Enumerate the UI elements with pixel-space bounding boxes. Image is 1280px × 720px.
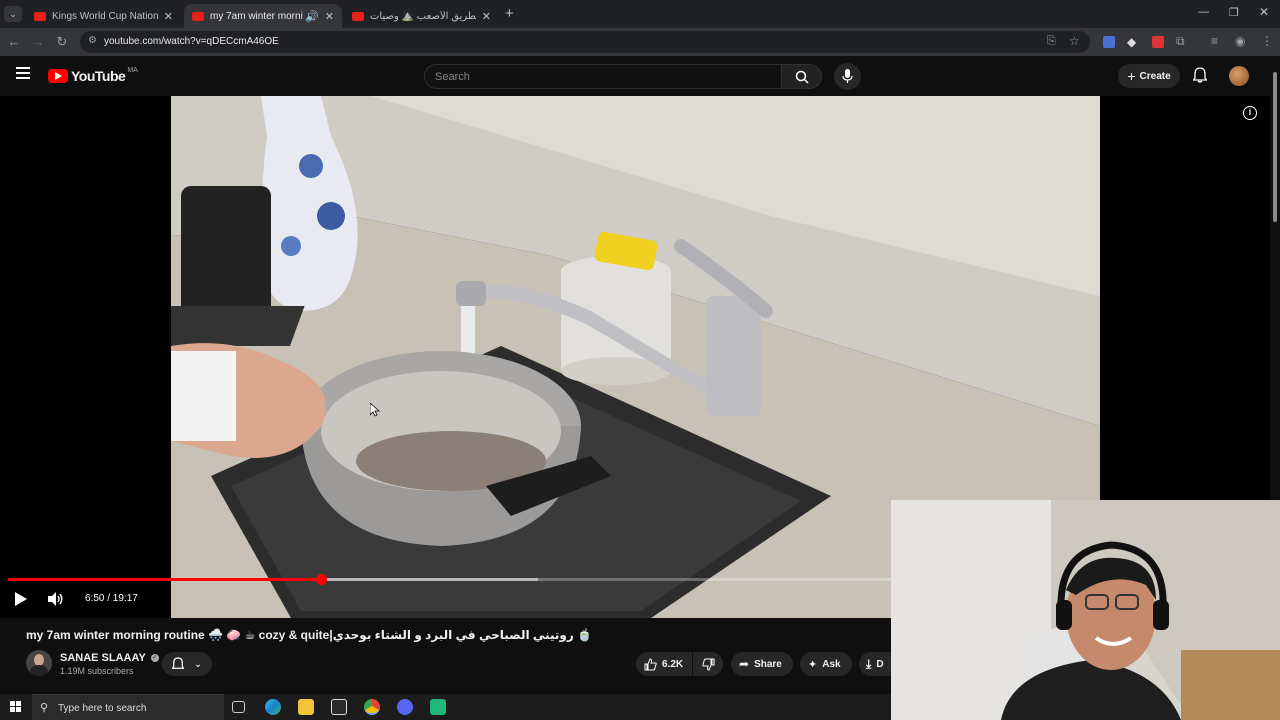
download-icon: ⤓ (866, 656, 872, 671)
create-label: Create (1139, 70, 1171, 82)
search-placeholder: Search (435, 71, 470, 83)
share-arrow-icon: ➦ (739, 657, 750, 671)
address-bar[interactable]: ⚙ youtube.com/watch?v=qDECcmA46OE ⎘ ☆ (80, 31, 1090, 53)
back-icon[interactable]: ← (6, 34, 22, 49)
url-text: youtube.com/watch?v=qDECcmA46OE (104, 36, 279, 47)
bookmark-star-icon[interactable]: ☆ (1069, 34, 1080, 48)
channel-name: SANAE SLAAAY (60, 652, 146, 664)
reload-icon[interactable]: ↻ (54, 34, 70, 50)
volume-button[interactable] (48, 592, 64, 611)
reading-list-icon[interactable]: ≡ (1211, 34, 1218, 48)
menu-dots-icon[interactable]: ⋮ (1261, 34, 1273, 48)
like-button[interactable]: 6.2K (636, 652, 692, 676)
window-close-icon[interactable]: ✕ (1259, 5, 1269, 19)
windows-taskbar: ⚲ Type here to search (0, 694, 891, 720)
thumbs-down-icon (701, 658, 714, 671)
subscribed-bell-button[interactable]: ⌄ (162, 652, 212, 676)
taskbar-search-icon: ⚲ (40, 702, 49, 714)
hamburger-menu-icon[interactable] (16, 67, 30, 79)
ask-label: Ask (822, 658, 841, 670)
youtube-logo[interactable]: YouTube MA (48, 66, 138, 84)
close-icon[interactable]: ✕ (482, 10, 491, 23)
tab-title: my 7am winter morning ro (210, 10, 303, 22)
like-count: 6.2K (662, 658, 684, 670)
browser-toolbar: ← → ↻ ⚙ youtube.com/watch?v=qDECcmA46OE … (0, 28, 1280, 56)
youtube-play-logo-icon (48, 69, 68, 83)
discord-icon[interactable] (397, 699, 413, 715)
plus-icon: + (1127, 68, 1136, 84)
create-button[interactable]: + Create (1118, 64, 1180, 88)
sparkle-icon: ✦ (808, 658, 818, 671)
region-code: MA (127, 66, 138, 74)
tab-search-icon[interactable]: ⌄ (4, 6, 22, 22)
extension-red-icon[interactable] (1152, 36, 1164, 48)
played-bar (8, 578, 322, 581)
subscriber-count: 1.19M subscribers (60, 666, 134, 676)
tab-title: بداية الطريق الأصعب ⛰️ وصيات (370, 10, 476, 22)
store-icon[interactable] (331, 699, 347, 715)
ask-button[interactable]: ✦ Ask (800, 652, 852, 676)
play-button[interactable] (14, 592, 27, 611)
browser-tab-strip: ⌄ Kings World Cup Nations 2 ✕ my 7am win… (0, 0, 1280, 28)
video-title: my 7am winter morning routine 🌨️ 🧼 ☕ ‏co… (26, 628, 593, 642)
edge-icon[interactable] (265, 699, 281, 715)
youtube-header: YouTube MA Search + Create (0, 56, 1280, 96)
extension-icon[interactable]: ◆ (1127, 35, 1136, 49)
youtube-favicon-icon (352, 11, 364, 21)
app-green-icon[interactable] (430, 699, 446, 715)
windows-start-icon[interactable] (10, 701, 22, 713)
page-scrollbar[interactable] (1270, 62, 1280, 502)
mouse-cursor-icon (369, 402, 381, 422)
microphone-icon (842, 69, 853, 83)
download-label: D (876, 658, 884, 670)
restore-icon[interactable]: ❐ (1229, 6, 1239, 19)
taskbar-search-input[interactable]: ⚲ Type here to search (32, 694, 224, 720)
bell-icon (172, 657, 185, 669)
search-icon (795, 70, 809, 84)
taskbar-search-placeholder: Type here to search (58, 703, 147, 714)
close-icon[interactable]: ✕ (164, 10, 173, 23)
extensions-puzzle-icon[interactable]: ⧉ (1176, 34, 1185, 49)
install-icon[interactable]: ⎘ (1047, 35, 1056, 48)
chevron-down-icon: ⌄ (194, 658, 202, 669)
account-avatar[interactable] (1229, 66, 1249, 86)
audio-icon[interactable]: 🔊 (305, 10, 319, 23)
channel-name-link[interactable]: SANAE SLAAAY ✓ (60, 652, 159, 664)
time-display: 6:50 / 19:17 (85, 593, 138, 604)
dislike-button[interactable] (693, 652, 723, 676)
search-input[interactable]: Search (424, 64, 782, 89)
download-button[interactable]: ⤓ D (859, 652, 891, 676)
tab-arabic-video[interactable]: بداية الطريق الأصعب ⛰️ وصيات ✕ (344, 4, 499, 28)
share-button[interactable]: ➦ Share (731, 652, 793, 676)
youtube-favicon-icon (34, 11, 46, 21)
play-icon (15, 592, 27, 606)
forward-icon[interactable]: → (30, 34, 46, 49)
chrome-icon[interactable] (364, 699, 380, 715)
webcam-overlay (891, 500, 1280, 720)
info-icon[interactable]: i (1243, 106, 1257, 120)
translate-extension-icon[interactable] (1103, 36, 1115, 48)
tab-winter-morning-routine[interactable]: my 7am winter morning ro 🔊 ✕ (184, 4, 342, 28)
tab-title: Kings World Cup Nations 2 (52, 10, 158, 22)
scrollbar-thumb[interactable] (1273, 72, 1277, 222)
notifications-bell-icon[interactable] (1192, 67, 1208, 88)
minimize-icon[interactable]: — (1198, 6, 1209, 18)
site-info-icon[interactable]: ⚙ (88, 35, 97, 46)
voice-search-button[interactable] (834, 63, 861, 90)
youtube-logo-text: YouTube (71, 68, 126, 84)
tab-kings-world-cup[interactable]: Kings World Cup Nations 2 ✕ (26, 4, 181, 28)
thumbs-up-icon (644, 657, 657, 670)
verified-icon: ✓ (150, 654, 159, 663)
file-explorer-icon[interactable] (298, 699, 314, 715)
new-tab-icon[interactable]: + (505, 5, 514, 22)
share-label: Share (754, 658, 782, 670)
channel-avatar[interactable] (26, 650, 52, 676)
task-view-icon[interactable] (232, 701, 245, 713)
volume-icon (48, 592, 63, 606)
profile-icon[interactable]: ◉ (1235, 34, 1245, 48)
youtube-favicon-icon (192, 11, 204, 21)
close-icon[interactable]: ✕ (325, 10, 334, 23)
search-button[interactable] (782, 64, 822, 89)
progress-bar[interactable] (8, 574, 891, 585)
